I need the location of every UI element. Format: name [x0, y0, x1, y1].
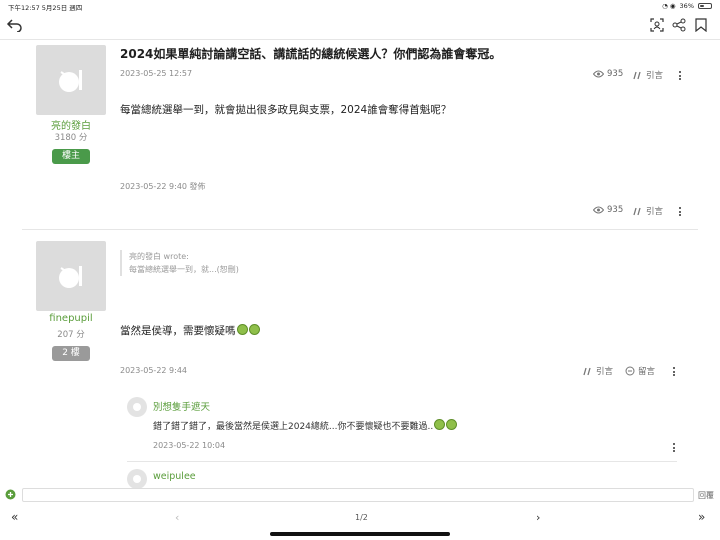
comment-button[interactable]: 留言: [625, 365, 655, 377]
emoji-icon: [236, 324, 248, 335]
reply-composer: 回覆: [0, 486, 720, 504]
status-bar: 下午12:57 5月25日 週四 ◔ ◉ 36%: [0, 0, 720, 12]
quote-button[interactable]: 引言: [583, 365, 613, 377]
more-icon[interactable]: [670, 367, 678, 376]
view-count-value: 935: [607, 69, 624, 79]
eye-icon: [593, 206, 604, 214]
quote-button[interactable]: 引言: [633, 69, 663, 81]
post-author-name[interactable]: 亮的發白: [26, 117, 116, 132]
more-icon[interactable]: [676, 71, 684, 80]
reply-author-score: 207 分: [57, 330, 85, 340]
emoji-icon: [446, 419, 458, 430]
floor-badge: 2 樓: [52, 346, 90, 361]
quote-icon: [633, 207, 643, 216]
battery-icon: [698, 3, 712, 9]
post-author-score: 3180 分: [54, 133, 88, 143]
comment-divider: [127, 461, 677, 462]
quoted-block: 亮的發白 wrote: 每當總統選舉一到，就...(恕刪): [120, 250, 239, 276]
pagination-bar: « ‹ 1/2 › »: [0, 506, 720, 530]
comment-author-name[interactable]: weipulee: [153, 471, 196, 482]
post-timestamp: 2023-05-25 12:57: [120, 69, 193, 78]
op-badge: 樓主: [52, 149, 90, 164]
back-icon[interactable]: [6, 18, 22, 32]
comment-body: 錯了錯了錯了，最後當然是侯選上2024總統...你不要懷疑也不要難過..: [153, 419, 458, 432]
emoji-icon: [434, 419, 446, 430]
post-divider: [22, 229, 698, 230]
top-divider: [0, 39, 720, 40]
avatar[interactable]: [36, 45, 106, 115]
quote-label: 引言: [596, 367, 614, 377]
page-indicator[interactable]: 1/2: [355, 513, 368, 522]
emoji-icon: [248, 324, 260, 335]
avatar[interactable]: [127, 397, 147, 417]
reply-body: 當然是侯導，需要懷疑嗎: [120, 323, 260, 338]
more-icon[interactable]: [670, 443, 678, 452]
reply-input[interactable]: [22, 488, 694, 502]
view-count: 935: [593, 69, 623, 79]
quote-label: 引言: [646, 207, 664, 217]
comment-icon: [625, 366, 635, 376]
more-icon[interactable]: [676, 207, 684, 216]
share-icon[interactable]: [672, 18, 686, 32]
home-indicator: [270, 532, 450, 536]
comment-label: 留言: [638, 367, 656, 377]
last-page-icon[interactable]: »: [698, 510, 705, 524]
reply-timestamp: 2023-05-22 9:44: [120, 366, 187, 375]
quote-button[interactable]: 引言: [633, 205, 663, 217]
view-count: 935: [593, 205, 623, 215]
top-nav-bar: [0, 12, 720, 40]
prev-page-icon[interactable]: ‹: [175, 511, 179, 524]
battery-percent: 36%: [679, 2, 694, 10]
comment-author-name[interactable]: 別想隻手遮天: [153, 399, 210, 413]
post-posted-time: 2023-05-22 9:40 發佈: [120, 182, 206, 191]
quote-label: 引言: [646, 71, 664, 81]
quote-text: 每當總統選舉一到，就...(恕刪): [129, 265, 239, 274]
bookmark-icon[interactable]: [695, 18, 707, 32]
quote-icon: [633, 71, 643, 80]
post-title: 2024如果單純討論講空話、講謊話的總統候選人？你們認為誰會奪冠。: [120, 47, 502, 61]
view-count-value: 935: [607, 205, 624, 215]
quote-icon: [583, 367, 593, 376]
eye-icon: [593, 70, 604, 78]
wifi-icon: ◔ ◉: [662, 2, 676, 10]
avatar[interactable]: [36, 241, 106, 311]
first-page-icon[interactable]: «: [11, 510, 18, 524]
send-button[interactable]: 回覆: [698, 490, 714, 501]
scan-icon[interactable]: [650, 18, 664, 32]
status-time-date: 下午12:57 5月25日 週四: [8, 4, 83, 12]
add-icon[interactable]: [5, 489, 16, 500]
quote-author: 亮的發白 wrote:: [129, 252, 189, 261]
reply-author-name[interactable]: finepupil: [26, 313, 116, 324]
next-page-icon[interactable]: ›: [536, 511, 540, 524]
comment-timestamp: 2023-05-22 10:04: [153, 441, 226, 450]
post-body: 每當總統選舉一到，就會拋出很多政見與支票，2024誰會奪得首魁呢？: [120, 104, 452, 116]
